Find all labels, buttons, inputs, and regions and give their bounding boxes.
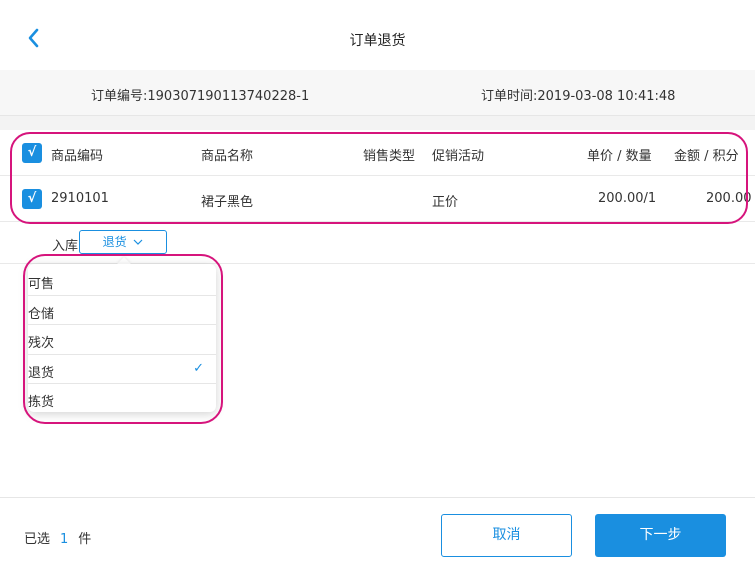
footer-bar: 已选 1 件 取消 下一步 [0,497,755,564]
dropdown-option-picking[interactable]: 拣货 [28,384,216,414]
dropdown-pointer [117,257,131,264]
option-label: 退货 [28,365,55,381]
column-header: 销售类型 [363,149,416,164]
chevron-down-icon [133,239,143,245]
column-header: 金额 / 积分 [674,149,739,164]
product-table: √ 商品编码 商品名称 销售类型 促销活动 单价 / 数量 金额 / 积分 √ … [0,130,755,222]
selected-number: 1 [60,532,69,547]
promotion: 正价 [432,195,459,210]
selected-suffix: 件 [78,532,92,547]
page-title: 订单退货 [349,33,406,49]
column-header: 促销活动 [432,149,485,164]
option-label: 可售 [28,277,55,292]
storage-type-dropdown: 可售 仓储 残次 退货 ✓ 拣货 [28,264,216,412]
option-label: 残次 [28,336,55,352]
divider [0,116,755,130]
column-header: 商品名称 [201,149,254,164]
order-number: 订单编号:190307190113740228-1 [91,89,310,104]
cancel-button[interactable]: 取消 [441,514,572,557]
next-step-button[interactable]: 下一步 [595,514,726,557]
header-bar: 订单退货 [0,0,755,70]
dropdown-option-sellable[interactable]: 可售 [28,266,216,296]
amount: 200.00 [706,191,752,206]
order-info-bar: 订单编号:190307190113740228-1 订单时间:2019-03-0… [0,70,755,116]
selected-prefix: 已选 [24,532,51,547]
dropdown-option-return[interactable]: 退货 ✓ [28,355,216,385]
storage-type-select[interactable]: 退货 [79,230,167,254]
table-header-row: √ 商品编码 商品名称 销售类型 促销活动 单价 / 数量 金额 / 积分 [0,130,755,176]
product-name: 裙子黑色 [201,195,254,210]
row-checkbox[interactable]: √ [22,189,42,209]
table-row[interactable]: √ 2910101 裙子黑色 正价 200.00/1 200.00 [0,176,755,222]
storage-label: 入库 [52,239,79,254]
column-header: 商品编码 [51,149,104,164]
option-label: 拣货 [28,395,55,411]
option-label: 仓储 [28,306,55,322]
storage-row: 入库 退货 [0,222,755,264]
order-time: 订单时间:2019-03-08 10:41:48 [481,89,676,104]
product-code: 2910101 [51,191,109,206]
select-all-checkbox[interactable]: √ [22,143,42,163]
checkmark-icon: ✓ [193,360,204,376]
column-header: 单价 / 数量 [587,149,652,164]
dropdown-option-storage[interactable]: 仓储 [28,296,216,326]
dropdown-option-defective[interactable]: 残次 [28,325,216,355]
selected-count: 已选 1 件 [24,528,91,547]
price-quantity: 200.00/1 [598,191,657,206]
storage-select-value: 退货 [102,235,127,249]
